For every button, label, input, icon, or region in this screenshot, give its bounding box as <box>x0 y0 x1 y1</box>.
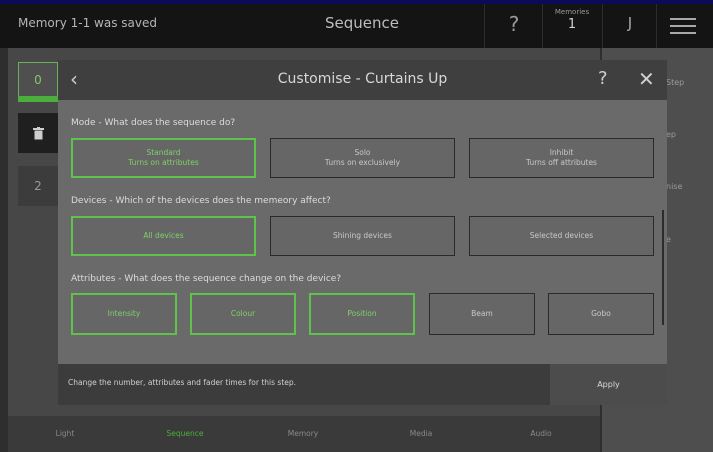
dialog-body: Mode - What does the sequence do? Standa… <box>58 100 667 364</box>
divider <box>656 4 657 48</box>
tab-sequence[interactable]: Sequence <box>140 429 230 438</box>
back-arrow-icon[interactable]: ‹ <box>70 67 78 91</box>
attribute-position-button[interactable]: Position <box>309 293 415 335</box>
devices-selected-button[interactable]: Selected devices <box>469 216 654 256</box>
attribute-colour-button[interactable]: Colour <box>190 293 296 335</box>
option-title: All devices <box>143 231 184 240</box>
page-title: Sequence <box>325 14 399 32</box>
option-title: Intensity <box>107 309 141 318</box>
hamburger-menu-icon[interactable] <box>670 18 696 36</box>
step-tile[interactable]: 2 <box>18 166 58 206</box>
status-message: Memory 1-1 was saved <box>18 16 157 30</box>
right-panel-item[interactable]: nise <box>666 182 682 191</box>
mode-standard-button[interactable]: Standard Turns on attributes <box>71 138 256 178</box>
dialog-title: Customise - Curtains Up <box>277 71 448 87</box>
help-icon[interactable]: ? <box>496 12 532 36</box>
option-title: Inhibit <box>549 148 574 157</box>
trash-icon[interactable] <box>18 113 58 153</box>
option-title: Selected devices <box>529 231 594 240</box>
user-button[interactable]: J <box>612 14 648 32</box>
apply-button[interactable]: Apply <box>550 364 667 405</box>
mode-inhibit-button[interactable]: Inhibit Turns off attributes <box>469 138 654 178</box>
devices-shining-button[interactable]: Shining devices <box>270 216 455 256</box>
right-panel-item[interactable]: ep <box>666 130 676 139</box>
option-title: Solo <box>354 148 371 157</box>
option-title: Standard <box>146 148 181 157</box>
mode-solo-button[interactable]: Solo Turns on exclusively <box>270 138 455 178</box>
attribute-intensity-button[interactable]: Intensity <box>71 293 177 335</box>
divider <box>602 4 603 48</box>
dialog-header: ‹ Customise - Curtains Up ? ✕ <box>58 60 667 100</box>
help-icon[interactable]: ? <box>598 68 608 89</box>
option-title: Shining devices <box>333 231 392 240</box>
close-icon[interactable]: ✕ <box>638 67 655 91</box>
step-tile-selected[interactable]: 0 <box>18 62 58 98</box>
top-bar: Memory 1-1 was saved Sequence ? Memories… <box>0 0 713 48</box>
option-subtitle: Turns on exclusively <box>324 158 401 167</box>
devices-all-button[interactable]: All devices <box>71 216 256 256</box>
divider <box>542 4 543 48</box>
option-title: Beam <box>471 309 493 318</box>
attribute-gobo-button[interactable]: Gobo <box>548 293 654 335</box>
option-title: Colour <box>230 309 256 318</box>
option-subtitle: Turns on attributes <box>128 158 199 167</box>
memories-label: Memories <box>554 8 590 16</box>
tab-media[interactable]: Media <box>376 429 466 438</box>
option-title: Position <box>347 309 377 318</box>
tab-light[interactable]: Light <box>20 429 110 438</box>
divider <box>484 4 485 48</box>
devices-section-label: Devices - Which of the devices does the … <box>71 196 331 206</box>
option-subtitle: Turns off attributes <box>526 158 597 167</box>
scrollbar[interactable] <box>662 210 664 325</box>
tab-memory[interactable]: Memory <box>258 429 348 438</box>
footer-hint: Change the number, attributes and fader … <box>68 378 297 387</box>
mode-section-label: Mode - What does the sequence do? <box>71 118 236 128</box>
option-title: Gobo <box>591 309 611 318</box>
attributes-section-label: Attributes - What does the sequence chan… <box>71 274 342 284</box>
memories-count: 1 <box>567 17 577 32</box>
right-panel-item[interactable]: Step <box>666 78 684 87</box>
tab-audio[interactable]: Audio <box>496 429 586 438</box>
attribute-beam-button[interactable]: Beam <box>429 293 535 335</box>
memories-button[interactable]: Memories 1 <box>544 8 600 32</box>
step-progress-bar <box>18 96 58 102</box>
dialog-footer: Change the number, attributes and fader … <box>58 364 667 405</box>
customise-dialog: ‹ Customise - Curtains Up ? ✕ Mode - Wha… <box>58 60 667 405</box>
